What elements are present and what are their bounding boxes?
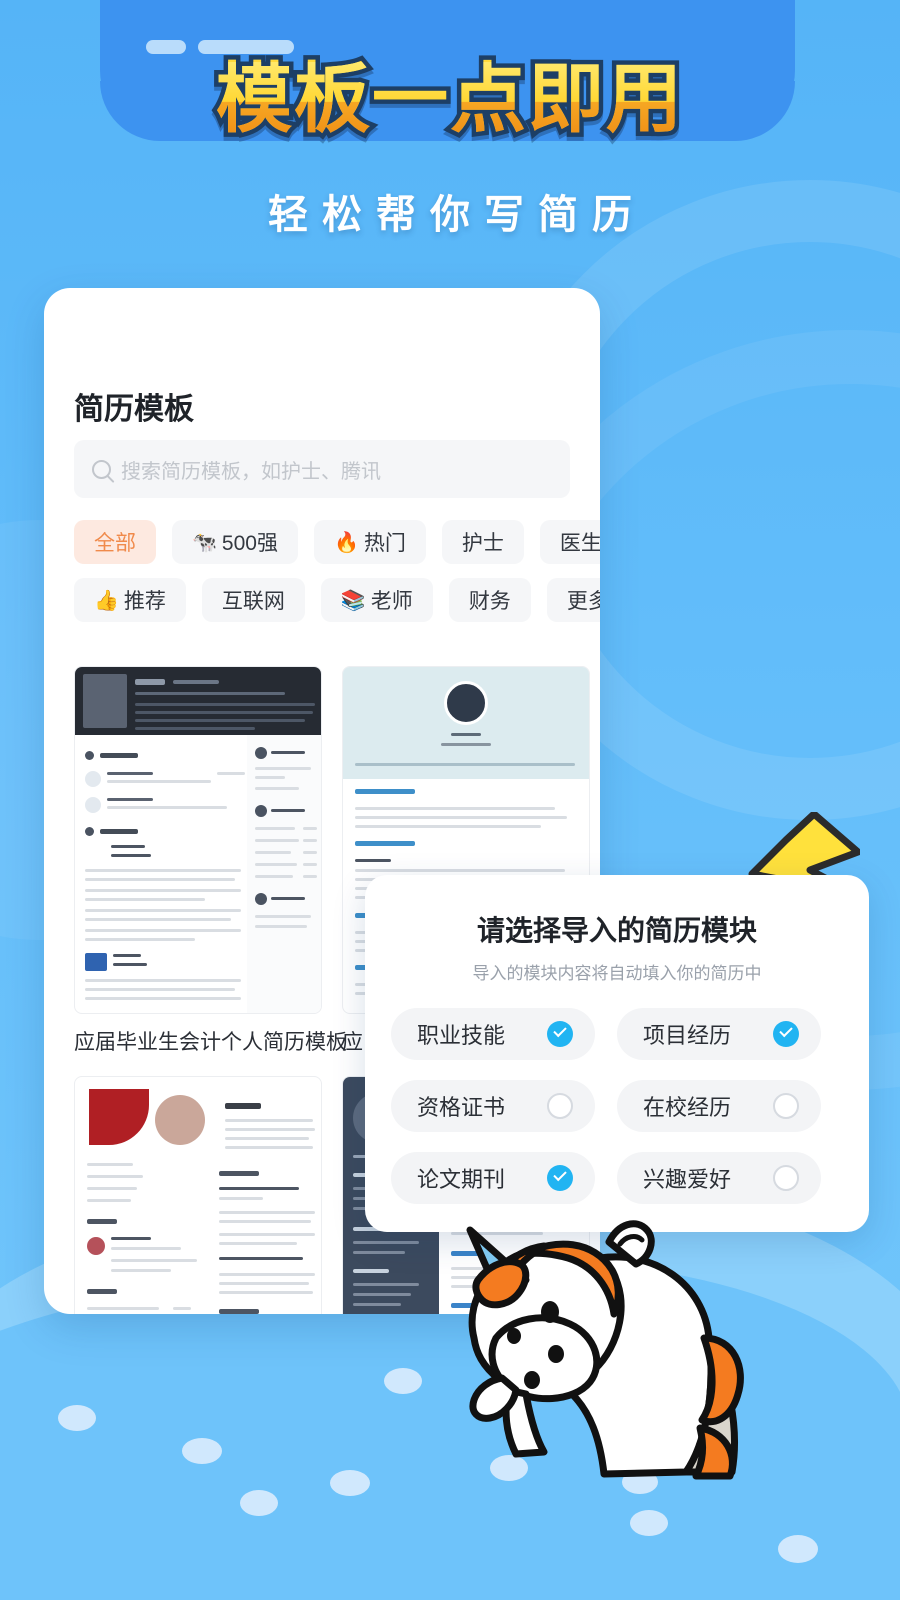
dialog-subtitle: 导入的模块内容将自动填入你的简历中 [472,964,762,983]
option-label: 职业技能 [417,1023,506,1048]
checkmark-icon[interactable] [547,1021,573,1047]
module-option-professional-skills[interactable]: 职业技能 [391,1008,595,1060]
template-thumbnail-red-accent [74,1076,322,1314]
category-chip-recommended[interactable]: 👍 推荐 [74,578,186,622]
category-chip-fortune500[interactable]: 🐄 500强 [172,520,298,564]
chip-label: 推荐 [123,590,166,613]
category-chip-finance[interactable]: 财务 [448,578,531,622]
search-icon [92,459,111,479]
template-caption: 应届毕业生会计个人简历模板 [74,1031,347,1054]
books-icon: 📚 [340,589,366,612]
category-chip-list: 全部 🐄 500强 🔥 热门 护士 医生 👍 推荐 互联网 📚 老师 财务 更多 [74,520,600,622]
search-input[interactable]: 搜索简历模板，如护士、腾讯 [74,440,570,498]
thumbs-up-icon: 👍 [94,589,119,612]
cow-icon: 🐄 [192,531,217,554]
fire-icon: 🔥 [333,531,359,554]
chip-label: 全部 [94,532,136,555]
chip-label: 老师 [370,590,413,613]
template-card[interactable] [74,1076,322,1314]
decor-dot [778,1535,818,1563]
decor-dot [58,1405,96,1431]
checkmark-icon[interactable] [773,1021,799,1047]
category-chip-all[interactable]: 全部 [74,520,156,564]
unicorn-mascot [466,1220,744,1480]
category-chip-internet[interactable]: 互联网 [201,578,305,622]
chip-label: 护士 [461,532,504,555]
module-option-certificates[interactable]: 资格证书 [391,1080,595,1132]
category-chip-more[interactable]: 更多 [546,578,600,622]
promo-subheadline: 轻松帮你写简历 [268,193,646,237]
decor-bar-short [146,40,186,54]
module-option-list: 职业技能 项目经历 资格证书 在校经历 论文期刊 兴趣爱好 [365,1008,869,1204]
module-option-project-experience[interactable]: 项目经历 [617,1008,821,1060]
decor-bar-long [198,40,294,54]
radio-empty-icon[interactable] [547,1093,573,1119]
decor-dot [240,1490,278,1516]
search-placeholder: 搜索简历模板，如护士、腾讯 [121,460,381,483]
dialog-title: 请选择导入的简历模块 [476,915,757,946]
radio-empty-icon[interactable] [773,1165,799,1191]
page-title: 简历模板 [74,393,194,426]
radio-empty-icon[interactable] [773,1093,799,1119]
chip-label: 财务 [468,590,511,613]
template-thumbnail-dark-header [74,666,322,1014]
chip-label: 更多 [566,590,600,613]
decor-dot [182,1438,222,1464]
chip-label: 500强 [221,532,278,555]
decor-dot [630,1510,668,1536]
option-label: 资格证书 [417,1095,506,1120]
chip-label: 互联网 [221,590,285,613]
chip-label: 热门 [363,532,406,555]
category-chip-nurse[interactable]: 护士 [441,520,524,564]
category-chip-hot[interactable]: 🔥 热门 [313,520,426,564]
module-option-campus-experience[interactable]: 在校经历 [617,1080,821,1132]
decor-dot [330,1470,370,1496]
import-modules-dialog: 请选择导入的简历模块 导入的模块内容将自动填入你的简历中 职业技能 项目经历 资… [365,875,869,1232]
promo-headline: 模板一点即用 [0,62,900,138]
category-chip-teacher[interactable]: 📚 老师 [320,578,433,622]
chip-label: 医生 [559,532,600,555]
option-label: 在校经历 [643,1095,732,1120]
category-chip-doctor[interactable]: 医生 [539,520,600,564]
option-label: 项目经历 [643,1023,732,1048]
template-card[interactable]: 应届毕业生会计个人简历模板 [74,666,347,1056]
